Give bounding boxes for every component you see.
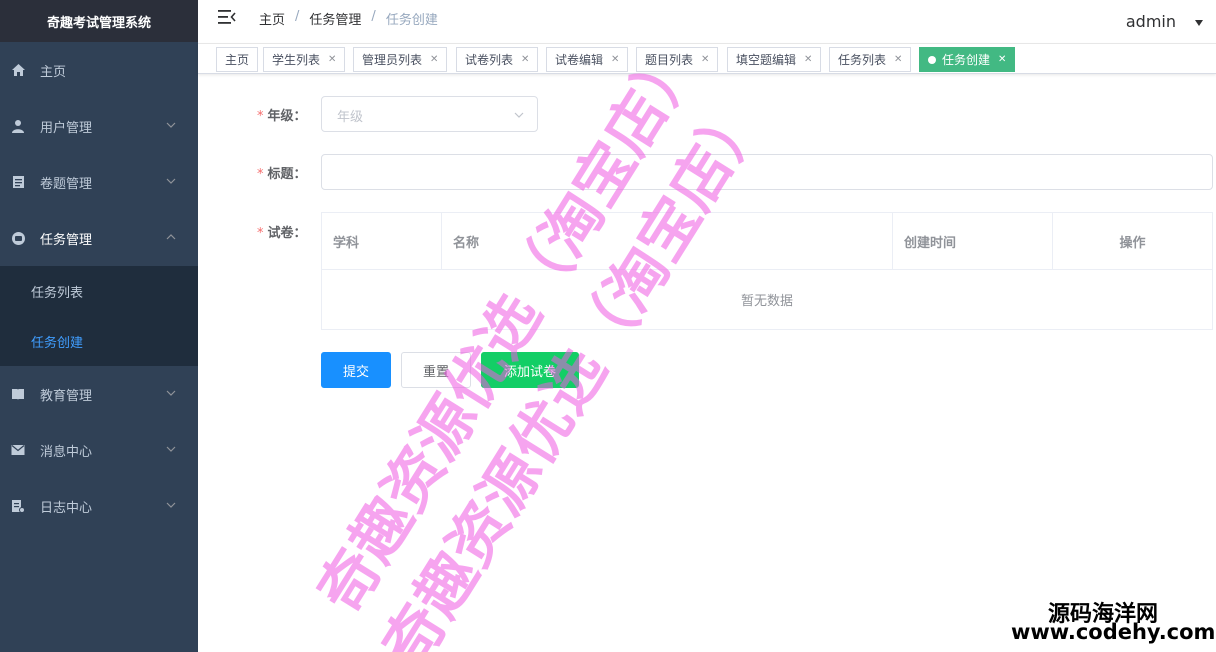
sidebar-item-label: 消息中心 — [40, 444, 93, 460]
tag-home[interactable]: 主页 — [216, 47, 259, 72]
tag-label: 学生列表 — [272, 53, 321, 67]
tag-paper-list[interactable]: 试卷列表 ✕ — [456, 47, 539, 72]
sidebar-item-home[interactable]: 主页 — [0, 42, 198, 98]
corner-watermark-url: www.codehy.com — [1011, 620, 1216, 644]
table-header: 学科 名称 创建时间 操作 — [322, 213, 1212, 270]
sidebar-item-label: 主页 — [40, 64, 67, 80]
add-paper-button[interactable]: 添加试卷 — [481, 352, 579, 388]
user-icon — [10, 118, 26, 134]
paper-table: 学科 名称 创建时间 操作 暂无数据 — [321, 212, 1213, 330]
task-icon — [10, 230, 26, 246]
hamburger-icon[interactable] — [218, 8, 236, 26]
sidebar-item-education-management[interactable]: 教育管理 — [0, 366, 198, 422]
sidebar-item-label: 卷题管理 — [40, 176, 93, 192]
chevron-down-icon — [514, 112, 524, 118]
sidebar-item-label: 日志中心 — [40, 500, 93, 516]
chevron-down-icon — [166, 122, 176, 128]
table-empty-text: 暂无数据 — [740, 294, 793, 309]
tag-task-create[interactable]: 任务创建 ✕ — [919, 47, 1016, 72]
close-icon[interactable]: ✕ — [328, 54, 336, 65]
tag-label: 管理员列表 — [362, 53, 423, 67]
sidebar-item-label: 任务管理 — [40, 232, 93, 248]
sidebar-item-user-management[interactable]: 用户管理 — [0, 98, 198, 154]
title-label: * 标题： — [257, 167, 307, 182]
chevron-up-icon — [166, 234, 176, 240]
breadcrumb-separator: / — [295, 9, 300, 24]
breadcrumb-item-current: 任务创建 — [385, 13, 438, 28]
grade-select-placeholder: 年级 — [337, 110, 364, 125]
tag-label: 任务列表 — [838, 53, 887, 67]
tag-label: 试卷列表 — [465, 53, 514, 67]
chevron-down-icon — [166, 446, 176, 452]
close-icon[interactable]: ✕ — [998, 54, 1006, 65]
sidebar-item-task-list[interactable]: 任务列表 — [0, 266, 198, 316]
tag-question-list[interactable]: 题目列表 ✕ — [636, 47, 719, 72]
chevron-down-icon — [166, 178, 176, 184]
grade-label: * 年级： — [257, 109, 307, 124]
sidebar-item-label: 用户管理 — [40, 120, 93, 136]
sidebar-item-message-center[interactable]: 消息中心 — [0, 422, 198, 478]
tag-admin-list[interactable]: 管理员列表 ✕ — [353, 47, 448, 72]
tags-view: 主页 学生列表 ✕ 管理员列表 ✕ 试卷列表 ✕ 试卷编辑 ✕ 题目列表 ✕ 填空题编辑 ✕… — [198, 44, 1216, 74]
close-icon[interactable]: ✕ — [804, 54, 812, 65]
column-created-time: 创建时间 — [893, 213, 1053, 270]
close-icon[interactable]: ✕ — [701, 54, 709, 65]
mail-icon — [10, 442, 26, 458]
task-submenu: 任务列表 任务创建 — [0, 266, 198, 366]
breadcrumb: 主页 / 任务管理 / 任务创建 — [259, 9, 438, 28]
tag-fill-question-edit[interactable]: 填空题编辑 ✕ — [727, 47, 822, 72]
grade-select[interactable]: 年级 — [321, 96, 538, 132]
chevron-down-icon — [166, 502, 176, 508]
tag-label: 主页 — [225, 53, 250, 67]
tag-paper-edit[interactable]: 试卷编辑 ✕ — [546, 47, 629, 72]
submit-button[interactable]: 提交 — [321, 352, 391, 388]
tag-student-list[interactable]: 学生列表 ✕ — [263, 47, 346, 72]
close-icon[interactable]: ✕ — [521, 54, 529, 65]
chevron-down-icon — [166, 390, 176, 396]
tag-label: 填空题编辑 — [736, 53, 797, 67]
sidebar: 奇趣考试管理系统 主页 用户管理 卷题管理 任务管理 任务列表 任务创建 教育管… — [0, 0, 198, 652]
sidebar-item-label: 教育管理 — [40, 388, 93, 404]
log-icon — [10, 498, 26, 514]
breadcrumb-item-task-management[interactable]: 任务管理 — [309, 9, 361, 28]
sidebar-item-task-management[interactable]: 任务管理 — [0, 210, 198, 266]
caret-down-icon[interactable] — [1194, 18, 1204, 28]
reset-button[interactable]: 重置 — [401, 352, 471, 388]
sidebar-item-log-center[interactable]: 日志中心 — [0, 478, 198, 534]
tag-task-list[interactable]: 任务列表 ✕ — [829, 47, 912, 72]
sidebar-item-paper-management[interactable]: 卷题管理 — [0, 154, 198, 210]
tag-label: 试卷编辑 — [555, 53, 604, 67]
sidebar-item-task-create[interactable]: 任务创建 — [0, 316, 198, 366]
app-logo: 奇趣考试管理系统 — [0, 0, 198, 42]
breadcrumb-separator: / — [371, 9, 376, 24]
tag-label: 任务创建 — [942, 53, 991, 67]
title-input[interactable] — [321, 154, 1213, 190]
column-subject: 学科 — [322, 213, 442, 270]
paper-icon — [10, 174, 26, 190]
paper-label: * 试卷： — [257, 226, 307, 241]
top-navbar: 主页 / 任务管理 / 任务创建 admin — [198, 0, 1216, 44]
active-dot-icon — [928, 55, 936, 64]
column-name: 名称 — [442, 213, 893, 270]
home-icon — [10, 62, 26, 78]
close-icon[interactable]: ✕ — [611, 54, 619, 65]
close-icon[interactable]: ✕ — [430, 54, 438, 65]
tag-label: 题目列表 — [645, 53, 694, 67]
book-icon — [10, 386, 26, 402]
column-actions: 操作 — [1119, 236, 1146, 251]
user-menu[interactable]: admin — [1126, 12, 1176, 31]
close-icon[interactable]: ✕ — [894, 54, 902, 65]
breadcrumb-item-home[interactable]: 主页 — [259, 9, 285, 28]
